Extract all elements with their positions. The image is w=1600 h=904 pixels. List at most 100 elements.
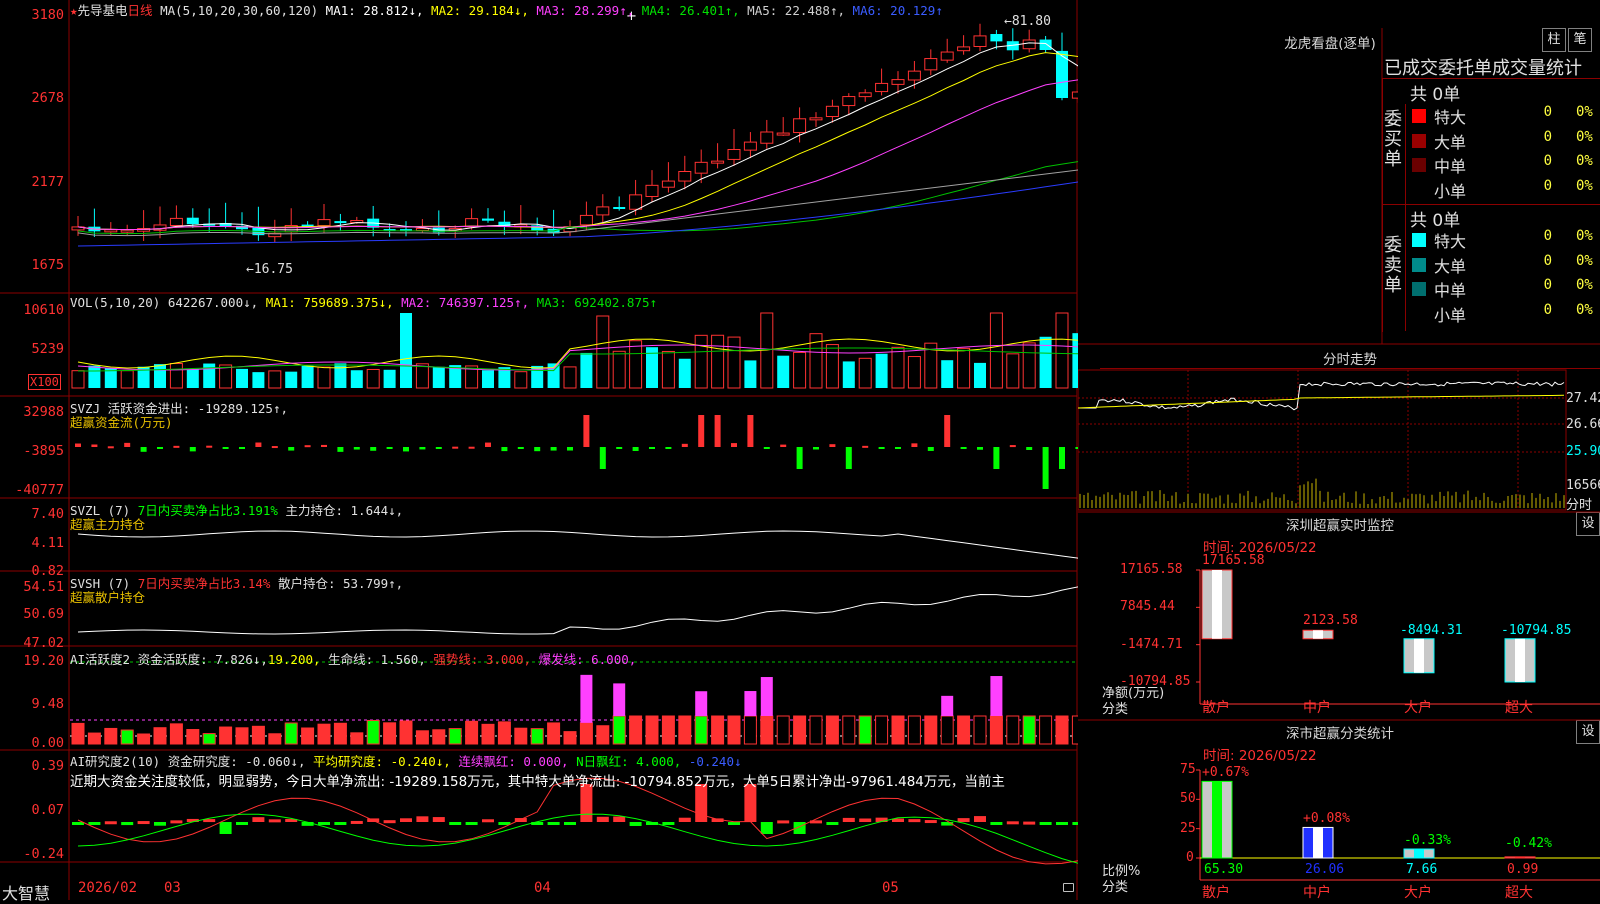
ai-activity-bar [530, 728, 544, 745]
ai-research-bar [88, 822, 101, 825]
ai-activity-bar [547, 722, 561, 745]
ai-activity-bar [383, 722, 397, 745]
candle-body [104, 229, 118, 233]
svzj-bar [370, 447, 377, 451]
volume-bar [907, 356, 921, 389]
monitor-bar-highlight [1212, 570, 1222, 639]
svsh-tick-2: 50.69 [23, 606, 64, 622]
svsh-tick-1: 54.51 [23, 579, 64, 595]
ma1-line [77, 42, 1078, 231]
ai-research-bar [974, 816, 986, 822]
ai-activity-bar [448, 728, 462, 745]
ai-research-bar [268, 819, 281, 823]
ai-activity-bar [71, 722, 85, 745]
svzl-line [77, 530, 1078, 559]
svzj-bar [468, 446, 475, 449]
volume-bar [842, 361, 855, 388]
ai-activity-bar [694, 715, 708, 745]
ai-activity-bar [596, 725, 610, 745]
ai-activity-bar [137, 733, 151, 745]
ai-activity-bar [1039, 715, 1053, 745]
ai-activity-bar [661, 715, 675, 745]
svzj-bar [501, 447, 508, 452]
vol-value: 642267.000↓, [167, 295, 259, 310]
ai-activity-bar [858, 715, 872, 745]
brand-logo: 大智慧 [2, 884, 51, 903]
ai-activity-bar [120, 729, 134, 745]
volume-bar [285, 371, 298, 388]
price-tick-1: 3180 [31, 7, 64, 23]
ai-research-bar [728, 822, 740, 825]
svzj-bar [911, 443, 918, 447]
ai-activity-bar [711, 715, 725, 745]
period-label[interactable]: 日线 [128, 3, 153, 18]
svzj-bar [255, 442, 262, 447]
volume-bar [678, 358, 691, 388]
ai-research-bar [613, 816, 626, 822]
classify-bar-highlight [1212, 781, 1222, 858]
ma4-value: MA4: 26.401↑, [641, 3, 740, 18]
volume-bar [366, 368, 380, 389]
ma3-line [77, 79, 1078, 231]
vol-ma2: MA2: 746397.125↑, [401, 295, 530, 310]
svzj-bar [681, 443, 688, 447]
svzj-bar [517, 447, 524, 449]
svzj-bar [386, 447, 393, 449]
ai-research-bar [416, 816, 429, 822]
svzj-bar [189, 447, 196, 452]
vol-tick-1: 10610 [23, 302, 64, 318]
ai-activity-bar [301, 727, 315, 745]
ai2-tick-1: 0.39 [31, 758, 64, 774]
ai-activity-bar [317, 723, 331, 745]
ai-activity-bar [169, 723, 183, 745]
svzj-bar [206, 445, 213, 448]
volume-bar [727, 336, 741, 389]
ai-research-bar [432, 817, 445, 822]
svzj-bar [616, 447, 623, 449]
date-tick-feb: 2026/02 [78, 880, 138, 896]
ai-activity-bar [891, 715, 905, 745]
ai-activity-bar [989, 715, 1003, 745]
ai-activity-bar [973, 715, 987, 745]
ai-research-bar [104, 821, 117, 825]
ai-activity-bar [104, 727, 118, 745]
candle-body [907, 70, 921, 81]
volume-bar [661, 350, 675, 389]
ai-research-label: AI研究度2(10) [70, 754, 161, 769]
ma-params: MA(5,10,20,30,60,120) [160, 3, 319, 18]
ai-activity-burst [990, 676, 1003, 716]
candle-body [482, 218, 494, 221]
candle-body [760, 131, 774, 144]
volume-bar [957, 347, 971, 389]
ai-research-bar [154, 822, 166, 826]
ma1-value: MA1: 28.812↓, [325, 3, 424, 18]
svzj-bar [157, 447, 163, 449]
ai-research-bar [596, 816, 609, 822]
volume-bar [825, 344, 839, 389]
ai-research-bar [859, 818, 872, 822]
volume-bar [612, 350, 626, 389]
svzl-value: 主力持仓: 1.644↓, [285, 503, 404, 518]
volume-bar [400, 313, 412, 388]
lock-icon[interactable] [1063, 883, 1074, 892]
ai-research-bar [826, 822, 839, 825]
ma3-value: MA3: 28.299↑, [536, 3, 635, 18]
favorite-star-icon[interactable]: ★ [70, 3, 78, 18]
ai-research-bar [350, 820, 363, 824]
ai-activity-bar [579, 722, 593, 745]
ai-activity-bar [268, 733, 282, 745]
svzj-bar [1009, 445, 1016, 448]
svzj-bar [977, 447, 983, 450]
svsh-line [77, 586, 1078, 635]
ai-activity-bar [186, 729, 200, 745]
svzj-bar [829, 444, 836, 447]
ai-strong-line: 强势线: 3.000, [433, 652, 532, 667]
ai-research-bar [777, 820, 790, 824]
candle-body [645, 184, 659, 197]
svzj-bar [714, 415, 721, 447]
svzj-bar [222, 447, 229, 449]
fenshi-frame [1078, 369, 1567, 511]
classify-bar-highlight [1414, 849, 1424, 858]
ai-activity-max: 19.200, [267, 652, 321, 667]
volume-bar [858, 357, 872, 389]
